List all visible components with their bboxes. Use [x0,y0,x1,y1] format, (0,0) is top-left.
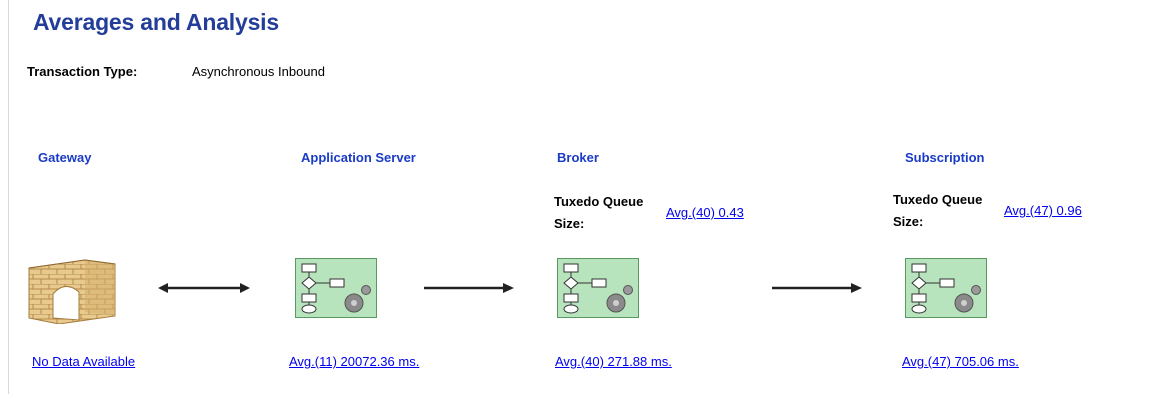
broker-queue-size-link[interactable]: Avg.(40) 0.43 [666,205,744,220]
arrow-right-icon [772,283,862,293]
transaction-type-value: Asynchronous Inbound [192,64,325,79]
app-server-node-icon [295,258,377,318]
broker-average-link[interactable]: Avg.(40) 271.88 ms. [555,354,672,369]
subscription-queue-size-link[interactable]: Avg.(47) 0.96 [1004,203,1082,218]
gateway-average-link[interactable]: No Data Available [32,354,135,369]
subscription-title: Subscription [905,150,985,165]
app-server-title: Application Server [301,150,416,165]
frame-border [8,0,9,394]
page-title: Averages and Analysis [33,9,279,35]
double-arrow-icon [158,283,250,293]
broker-title: Broker [557,150,599,165]
subscription-average-link[interactable]: Avg.(47) 705.06 ms. [902,354,1019,369]
subscription-queue-size-label: Tuxedo Queue Size: [893,192,983,229]
brick-wall-icon [28,259,116,324]
broker-queue-size-label: Tuxedo Queue Size: [554,194,644,231]
broker-node-icon [557,258,639,318]
gateway-title: Gateway [38,150,92,165]
app-server-average-link[interactable]: Avg.(11) 20072.36 ms. [289,354,419,369]
subscription-node-icon [905,258,987,318]
transaction-type-label: Transaction Type: [27,64,138,79]
arrow-right-icon [424,283,514,293]
